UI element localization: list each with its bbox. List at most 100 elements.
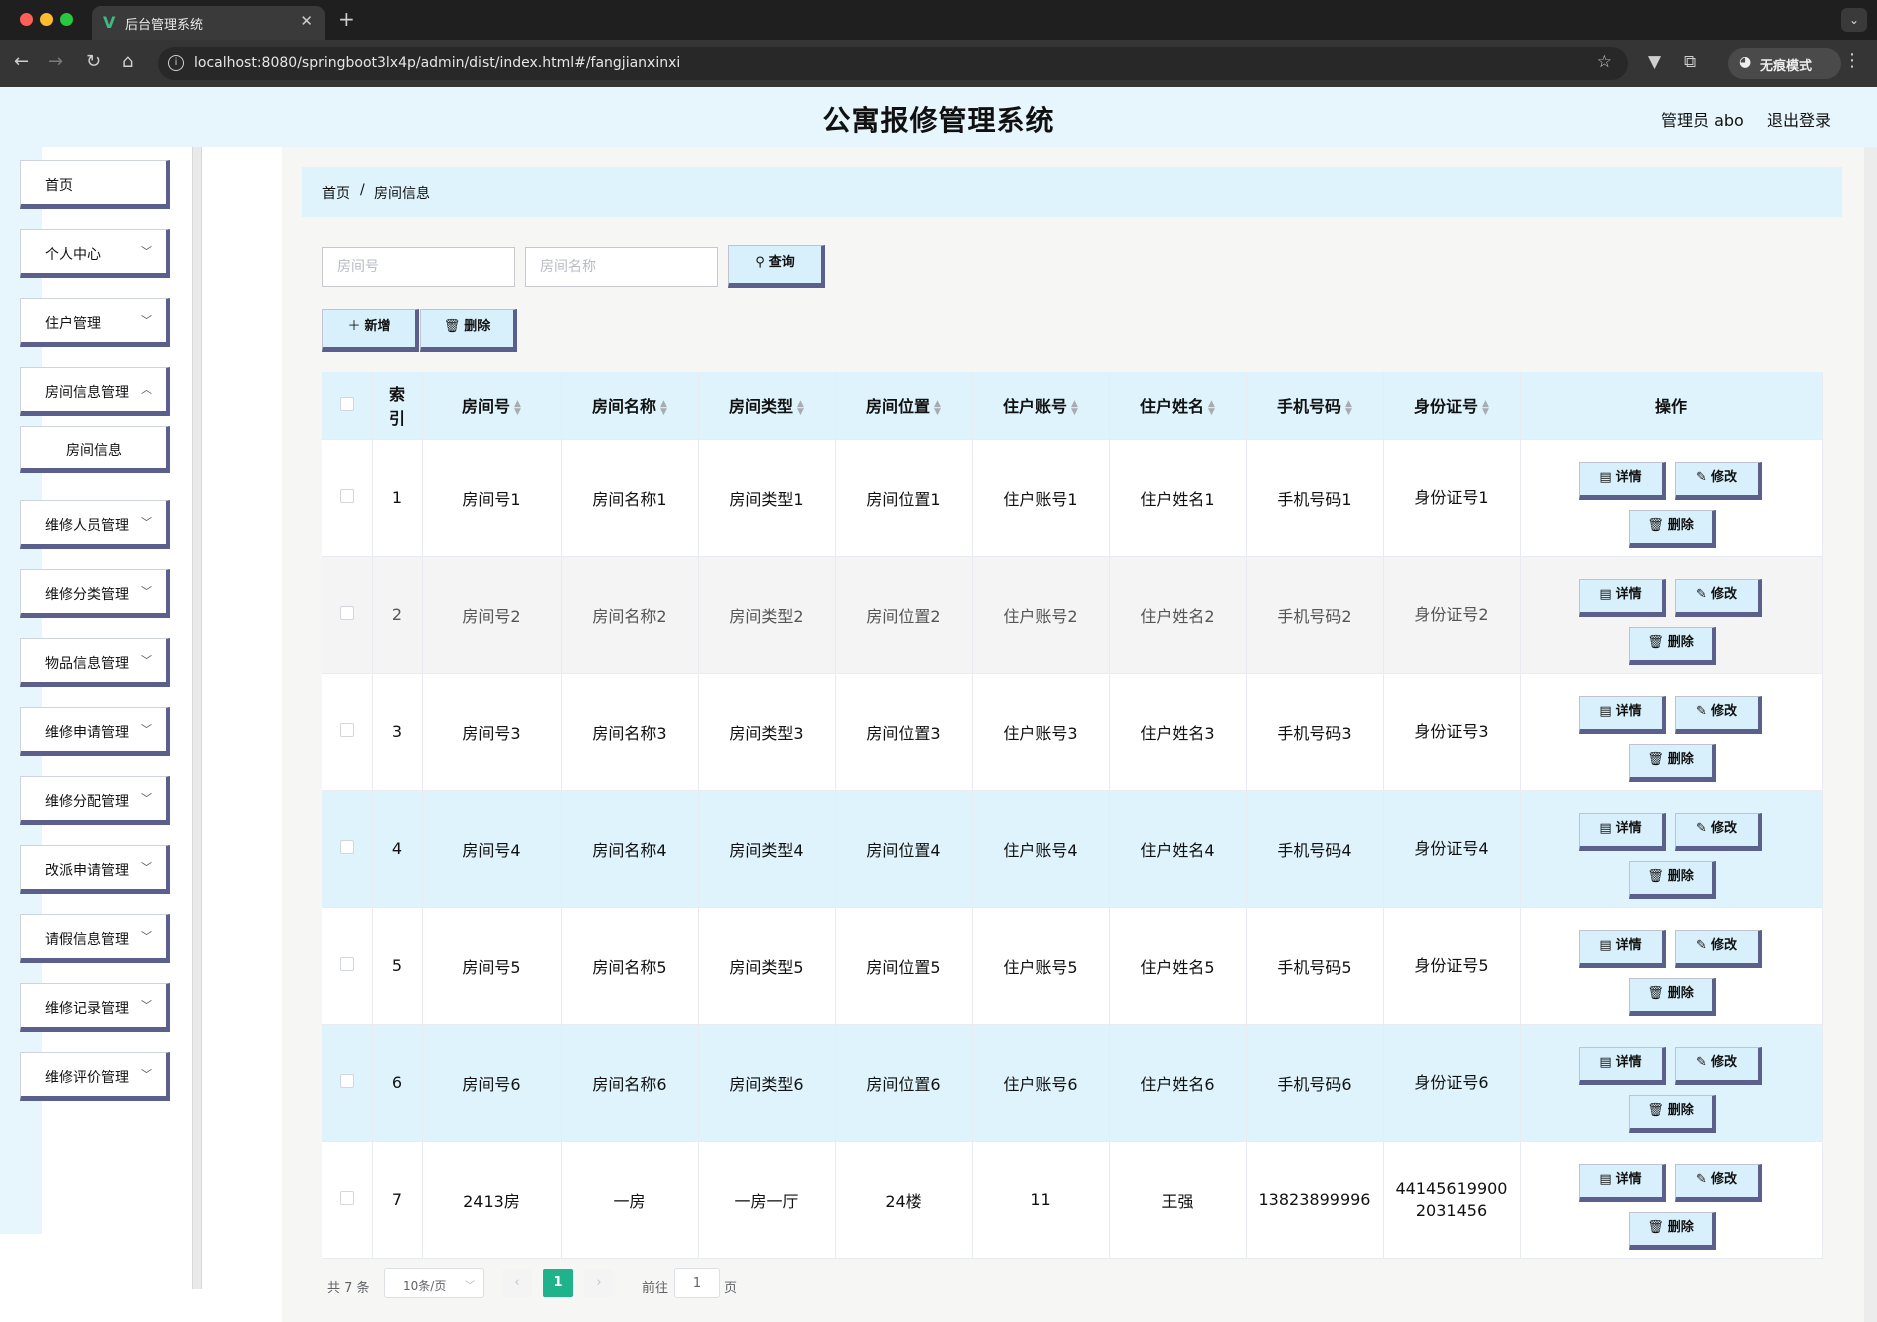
delete-button-label: 删除 xyxy=(1667,517,1694,533)
row-delete-button[interactable]: 🗑 删除 xyxy=(1628,509,1716,548)
header-account[interactable]: 住户账号 ▲ ▼ xyxy=(972,372,1110,440)
sort-caret-icon[interactable]: ▲ ▼ xyxy=(660,399,667,416)
row-delete-button[interactable]: 🗑 删除 xyxy=(1628,626,1716,665)
sort-caret-icon[interactable]: ▲ ▼ xyxy=(797,399,804,416)
sort-caret-icon[interactable]: ▲ ▼ xyxy=(1208,399,1215,416)
sidebar-item-label: 房间信息 xyxy=(66,443,122,459)
sidebar-item-repair-record[interactable]: 维修记录管理 ﹀ xyxy=(20,983,170,1032)
minimize-window-button[interactable] xyxy=(40,13,53,26)
row-delete-button[interactable]: 🗑 删除 xyxy=(1628,860,1716,899)
detail-button[interactable]: ▤ 详情 xyxy=(1578,461,1666,500)
sidebar-subitem-room-info[interactable]: 房间信息 xyxy=(20,426,170,473)
detail-button[interactable]: ▤ 详情 xyxy=(1578,929,1666,968)
next-page-button[interactable]: › xyxy=(584,1269,614,1297)
extensions-puzzle-icon[interactable]: ⧉ xyxy=(1684,52,1696,72)
edit-button[interactable]: ✎ 修改 xyxy=(1674,695,1762,734)
forward-arrow-icon[interactable]: → xyxy=(48,51,63,72)
row-delete-button[interactable]: 🗑 删除 xyxy=(1628,1094,1716,1133)
maximize-window-button[interactable] xyxy=(60,13,73,26)
edit-button[interactable]: ✎ 修改 xyxy=(1674,1046,1762,1085)
sort-caret-icon[interactable]: ▲ ▼ xyxy=(1345,399,1352,416)
row-delete-button[interactable]: 🗑 删除 xyxy=(1628,977,1716,1016)
incognito-indicator[interactable]: ◕ 无痕模式 xyxy=(1728,48,1841,79)
sidebar-scrollbar[interactable] xyxy=(192,147,202,1289)
more-menu-icon[interactable]: ⋮ xyxy=(1843,50,1861,71)
room-name-search-input[interactable] xyxy=(525,247,718,287)
goto-page-input[interactable] xyxy=(674,1268,720,1298)
close-tab-icon[interactable]: ✕ xyxy=(300,12,313,30)
cell-ops: ▤ 详情 ✎ 修改 🗑 删除 xyxy=(1520,1024,1823,1142)
row-actions: ▤ 详情 ✎ 修改 🗑 删除 xyxy=(1521,448,1822,548)
logout-link[interactable]: 退出登录 xyxy=(1767,107,1831,131)
sidebar-item-room-info-mgmt[interactable]: 房间信息管理 ︿ xyxy=(20,367,170,416)
row-checkbox[interactable] xyxy=(339,489,354,503)
page-size-select[interactable]: 10条/页 ﹀ xyxy=(384,1268,484,1298)
breadcrumb-home[interactable]: 首页 xyxy=(322,183,350,203)
row-delete-button[interactable]: 🗑 删除 xyxy=(1628,743,1716,782)
site-info-icon[interactable]: i xyxy=(168,55,184,71)
back-arrow-icon[interactable]: ← xyxy=(14,51,29,72)
detail-button[interactable]: ▤ 详情 xyxy=(1578,1163,1666,1202)
edit-button[interactable]: ✎ 修改 xyxy=(1674,578,1762,617)
tab-search-chevron-icon[interactable]: ⌄ xyxy=(1841,8,1867,32)
row-delete-button[interactable]: 🗑 删除 xyxy=(1628,1211,1716,1250)
new-tab-icon[interactable]: + xyxy=(338,7,355,31)
batch-delete-button[interactable]: 🗑 删除 xyxy=(420,309,517,352)
row-select-cell xyxy=(322,907,373,1025)
row-checkbox[interactable] xyxy=(339,1191,354,1205)
detail-button[interactable]: ▤ 详情 xyxy=(1578,695,1666,734)
prev-page-button[interactable]: ‹ xyxy=(502,1269,532,1297)
header-phone[interactable]: 手机号码 ▲ ▼ xyxy=(1246,372,1384,440)
url-field[interactable]: i localhost:8080/springboot3lx4p/admin/d… xyxy=(158,47,1628,80)
sort-caret-icon[interactable]: ▲ ▼ xyxy=(934,399,941,416)
sidebar-item-repair-request[interactable]: 维修申请管理 ﹀ xyxy=(20,707,170,756)
cell-room-no: 房间号2 xyxy=(422,556,562,674)
page-size-value: 10条/页 xyxy=(403,1279,447,1293)
sidebar-item-repair-review[interactable]: 维修评价管理 ﹀ xyxy=(20,1052,170,1101)
row-checkbox[interactable] xyxy=(339,957,354,971)
detail-button[interactable]: ▤ 详情 xyxy=(1578,578,1666,617)
select-all-checkbox[interactable] xyxy=(339,396,354,411)
sidebar-item-repair-category[interactable]: 维修分类管理 ﹀ xyxy=(20,569,170,618)
header-room-type[interactable]: 房间类型 ▲ ▼ xyxy=(698,372,836,440)
row-checkbox[interactable] xyxy=(339,840,354,854)
home-icon[interactable]: ⌂ xyxy=(122,51,133,72)
page-scrollbar[interactable] xyxy=(1864,147,1877,1322)
header-room-location[interactable]: 房间位置 ▲ ▼ xyxy=(835,372,973,440)
page-number-active[interactable]: 1 xyxy=(543,1269,573,1297)
row-checkbox[interactable] xyxy=(339,1074,354,1088)
header-resident-name[interactable]: 住户姓名 ▲ ▼ xyxy=(1109,372,1247,440)
edit-button[interactable]: ✎ 修改 xyxy=(1674,461,1762,500)
sort-caret-icon[interactable]: ▲ ▼ xyxy=(1482,399,1489,416)
cell-resident-name: 王强 xyxy=(1109,1141,1247,1259)
sidebar-item-personal-center[interactable]: 个人中心 ﹀ xyxy=(20,229,170,278)
add-button[interactable]: ＋新增 xyxy=(322,309,419,352)
row-checkbox[interactable] xyxy=(339,606,354,620)
sidebar-item-leave-info[interactable]: 请假信息管理 ﹀ xyxy=(20,914,170,963)
sidebar-item-item-info[interactable]: 物品信息管理 ﹀ xyxy=(20,638,170,687)
sort-caret-icon[interactable]: ▲ ▼ xyxy=(514,399,521,416)
vue-devtools-icon[interactable]: ▼ xyxy=(1648,52,1661,72)
browser-tab[interactable]: V 后台管理系统 ✕ xyxy=(92,6,325,40)
room-no-search-input[interactable] xyxy=(322,247,515,287)
row-checkbox[interactable] xyxy=(339,723,354,737)
close-window-button[interactable] xyxy=(20,13,33,26)
sidebar-item-reassign-request[interactable]: 改派申请管理 ﹀ xyxy=(20,845,170,894)
query-button[interactable]: ⚲ 查询 xyxy=(728,245,825,288)
sidebar-item-repair-staff[interactable]: 维修人员管理 ﹀ xyxy=(20,500,170,549)
sidebar-item-residents[interactable]: 住户管理 ﹀ xyxy=(20,298,170,347)
header-room-name[interactable]: 房间名称 ▲ ▼ xyxy=(561,372,699,440)
header-room-no[interactable]: 房间号 ▲ ▼ xyxy=(422,372,562,440)
edit-button[interactable]: ✎ 修改 xyxy=(1674,929,1762,968)
sidebar-item-home[interactable]: 首页 xyxy=(20,160,170,209)
edit-button[interactable]: ✎ 修改 xyxy=(1674,1163,1762,1202)
reload-icon[interactable]: ↻ xyxy=(86,51,101,72)
sidebar-item-repair-assign[interactable]: 维修分配管理 ﹀ xyxy=(20,776,170,825)
edit-button[interactable]: ✎ 修改 xyxy=(1674,812,1762,851)
sort-caret-icon[interactable]: ▲ ▼ xyxy=(1071,399,1078,416)
header-id-card[interactable]: 身份证号 ▲ ▼ xyxy=(1383,372,1521,440)
bookmark-star-icon[interactable]: ☆ xyxy=(1597,52,1612,72)
sidebar-item-label: 维修评价管理 xyxy=(45,1070,129,1086)
detail-button[interactable]: ▤ 详情 xyxy=(1578,1046,1666,1085)
detail-button[interactable]: ▤ 详情 xyxy=(1578,812,1666,851)
